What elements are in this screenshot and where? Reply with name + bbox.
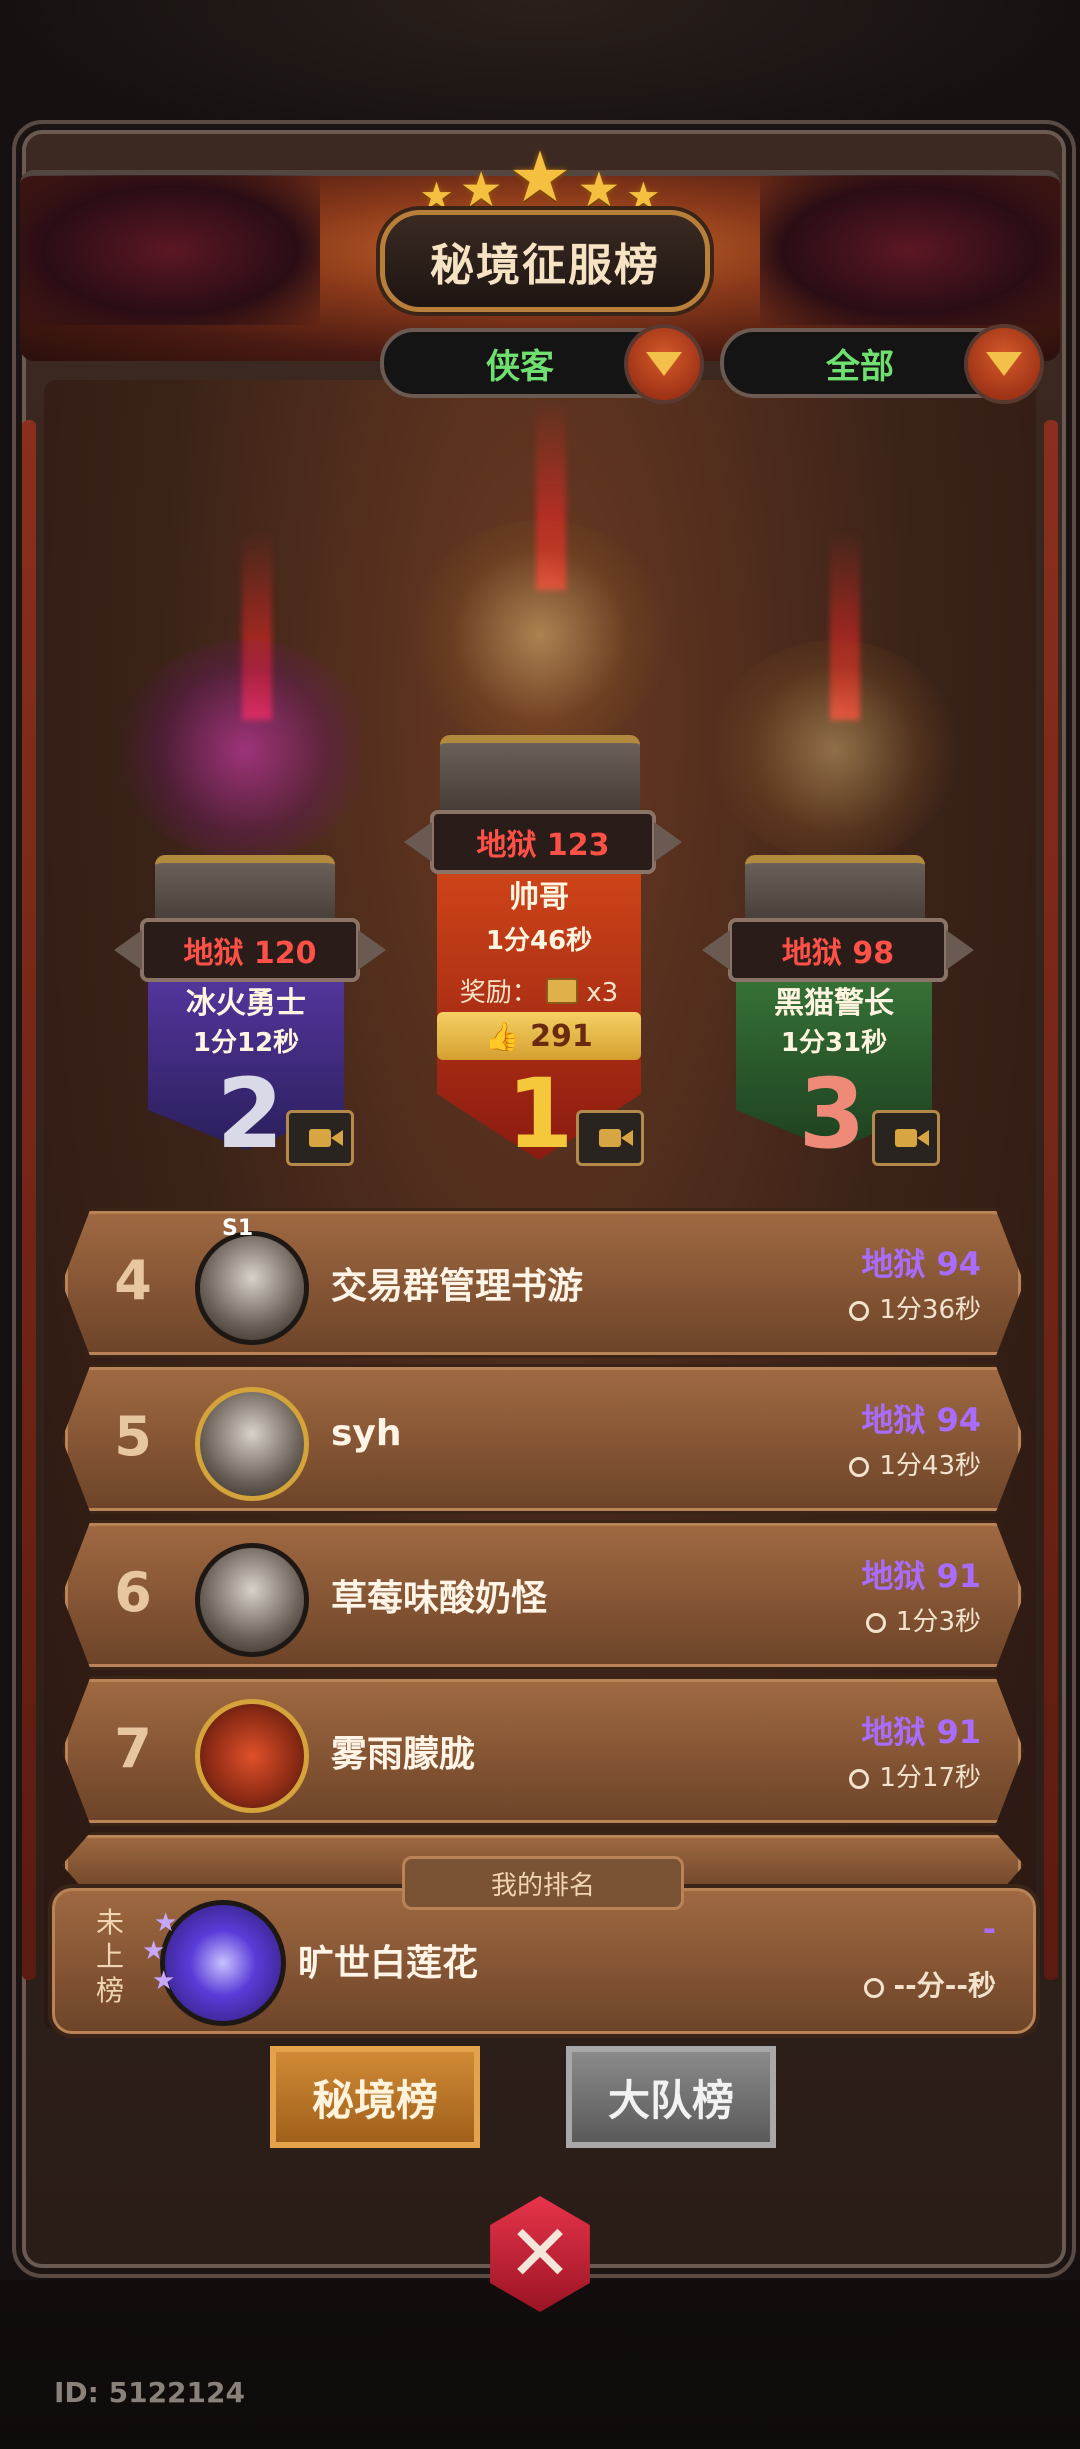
row-hell-level: 地狱 94 <box>861 1245 981 1283</box>
hell-level-rank-1: 地狱 123 <box>476 828 610 863</box>
tab-secret-realm[interactable]: 秘境榜 <box>270 2046 480 2148</box>
avatar <box>195 1543 309 1657</box>
player-name-rank-3: 黑猫警长 <box>774 986 894 1021</box>
clear-time-rank-1: 1分46秒 <box>485 926 593 956</box>
unranked-status: 未上榜 <box>95 1906 124 2007</box>
clock-icon <box>849 1457 870 1477</box>
row-clear-time: 1分36秒 <box>849 1289 981 1326</box>
page-title: 秘境征服榜 <box>430 240 660 291</box>
reward-line: 奖励： x3 <box>437 972 641 1009</box>
avatar <box>195 1231 309 1345</box>
row-player-name: 雾雨朦胧 <box>331 1734 476 1775</box>
my-rank-label: 我的排名 <box>402 1856 684 1910</box>
row-hell-level: 地狱 94 <box>861 1401 981 1439</box>
clock-icon <box>865 1613 886 1633</box>
star-icon: ★ <box>154 1908 178 1938</box>
banner-wing-left <box>20 175 320 325</box>
rank-number-2: 2 <box>216 1058 284 1170</box>
player-name-rank-2: 冰火勇士 <box>186 986 306 1021</box>
hell-level-rank-3: 地狱 98 <box>781 936 895 971</box>
avatar <box>195 1699 309 1813</box>
row-rank: 4 <box>114 1249 152 1312</box>
row-player-name: syh <box>331 1413 402 1454</box>
star-icon: ★ <box>152 1966 176 1996</box>
title-plate: 秘境征服榜 <box>380 210 710 312</box>
star-icon: ★ <box>142 1936 166 1966</box>
clock-icon <box>849 1769 870 1789</box>
row-clear-time: 1分3秒 <box>865 1601 981 1638</box>
replay-video-button-rank-3[interactable] <box>872 1110 940 1166</box>
like-count: 291 <box>530 1018 593 1054</box>
chevron-down-icon[interactable] <box>964 324 1044 404</box>
player-name-rank-1: 帅哥 <box>509 880 569 915</box>
rank-number-1: 1 <box>506 1058 574 1170</box>
avatar <box>195 1387 309 1501</box>
video-camera-icon <box>895 1129 929 1147</box>
tab-team[interactable]: 大队榜 <box>566 2046 776 2148</box>
my-player-name: 旷世白莲花 <box>298 1943 479 1984</box>
rank-number-3: 3 <box>798 1058 866 1170</box>
chest-icon <box>546 978 579 1004</box>
row-hell-level: 地狱 91 <box>861 1713 981 1751</box>
stars-decoration: ★ ★ ★ ★ ★ <box>400 128 680 218</box>
clear-time-rank-2: 1分12秒 <box>192 1028 300 1058</box>
frame-side-bar-right <box>1044 420 1058 1980</box>
hell-level-plate-rank-2: 地狱 120 <box>114 918 386 982</box>
my-hell-level: - <box>982 1910 996 1948</box>
clear-time-rank-3: 1分31秒 <box>780 1028 888 1058</box>
row-player-name: 草莓味酸奶怪 <box>331 1578 548 1619</box>
close-icon: ✕ <box>507 2209 573 2299</box>
row-hell-level: 地狱 91 <box>861 1557 981 1595</box>
video-camera-icon <box>309 1129 343 1147</box>
hero-figure-rank-3[interactable] <box>710 640 960 860</box>
list-item-rank-7[interactable]: 7 雾雨朦胧 地狱 91 1分17秒 <box>62 1676 1024 1826</box>
season-badge: S1 <box>222 1216 254 1241</box>
reward-label: 奖励： <box>459 978 538 1008</box>
hero-figure-rank-2[interactable] <box>120 640 370 860</box>
like-button[interactable]: 👍 291 <box>437 1012 641 1060</box>
frame-side-bar-left <box>22 420 36 1980</box>
hero-figure-rank-1[interactable] <box>410 520 670 750</box>
list-item-rank-5[interactable]: 5 syh 地狱 94 1分43秒 <box>62 1364 1024 1514</box>
star-icon: ★ <box>508 136 572 218</box>
row-rank: 6 <box>114 1561 152 1624</box>
banner-wing-right <box>760 175 1060 325</box>
row-clear-time: 1分17秒 <box>849 1757 981 1794</box>
row-player-name: 交易群管理书游 <box>331 1266 584 1307</box>
avatar <box>160 1900 286 2026</box>
hell-level-plate-rank-1: 地狱 123 <box>404 810 682 874</box>
clock-icon <box>863 1978 884 1998</box>
video-camera-icon <box>599 1129 633 1147</box>
row-rank: 7 <box>114 1717 152 1780</box>
reward-qty: x3 <box>586 978 619 1008</box>
replay-video-button-rank-2[interactable] <box>286 1110 354 1166</box>
replay-video-button-rank-1[interactable] <box>576 1110 644 1166</box>
row-rank: 5 <box>114 1405 152 1468</box>
hell-level-rank-2: 地狱 120 <box>183 936 317 971</box>
row-clear-time: 1分43秒 <box>849 1445 981 1482</box>
class-filter-dropdown[interactable]: 侠客 <box>380 324 704 404</box>
thumbs-up-icon: 👍 <box>485 1019 521 1053</box>
list-item-rank-4[interactable]: 4 交易群管理书游 地狱 94 1分36秒 <box>62 1208 1024 1358</box>
player-id: ID: 5122124 <box>54 2376 245 2409</box>
scope-filter-dropdown[interactable]: 全部 <box>720 324 1044 404</box>
clock-icon <box>849 1301 870 1321</box>
hell-level-plate-rank-3: 地狱 98 <box>702 918 974 982</box>
list-item-rank-6[interactable]: 6 草莓味酸奶怪 地狱 91 1分3秒 <box>62 1520 1024 1670</box>
my-clear-time: --分--秒 <box>863 1964 996 2004</box>
chevron-down-icon[interactable] <box>624 324 704 404</box>
